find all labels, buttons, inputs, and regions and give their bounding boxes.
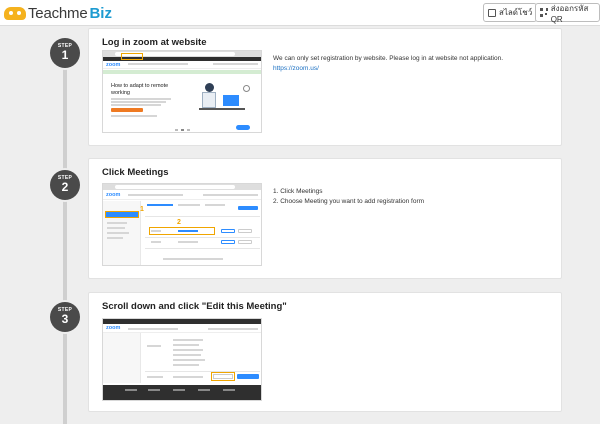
slideshow-button[interactable]: สไลด์โชว์ [483,3,538,22]
zoom-logo: zoom [106,192,121,198]
step-3-card: Scroll down and click "Edit this Meeting… [88,292,562,412]
teachme-mascot-icon [4,6,26,20]
slideshow-button-label: สไลด์โชว์ [499,8,533,17]
schedule-meeting-button[interactable] [238,206,258,210]
meetings-highlight [105,211,139,218]
step-3-badge: STEP 3 [50,302,80,332]
step-2-card: Click Meetings zoom 1 2 1. Click Meeting… [88,158,562,279]
banner-title: How to adapt to remote working [111,83,169,96]
step-badge-number: 1 [61,48,69,62]
brand-text: Teachme [28,4,88,22]
screenshot-footer [103,385,261,400]
callout-2: 2 [177,219,181,226]
step-1-screenshot[interactable]: zoom How to adapt to remote working [102,50,262,133]
zoom-logo: zoom [106,62,121,68]
instruction-item-2: 2. Choose Meeting you want to add regist… [273,197,425,205]
brand-logo[interactable]: Teachme Biz [4,4,112,22]
slideshow-icon [488,8,496,17]
export-qr-button[interactable]: ส่งออกรหัส QR [535,3,600,24]
step-1-card: Log in zoom at website zoom How to adapt… [88,28,562,146]
step-1-badge: STEP 1 [50,38,80,68]
qr-code-icon [540,8,548,17]
help-button[interactable] [236,125,250,130]
step-2-badge: STEP 2 [50,170,80,200]
step-2-screenshot[interactable]: zoom 1 2 [102,183,262,266]
export-qr-button-label: ส่งออกรหัส QR [550,3,589,24]
edit-meeting-highlight [211,372,235,381]
step-1-title: Log in zoom at website [102,37,207,48]
step-2-instructions: 1. Click Meetings 2. Choose Meeting you … [273,187,543,206]
banner-cta-button[interactable] [111,108,143,112]
step-3-screenshot[interactable]: zoom [102,318,262,401]
zoom-logo: zoom [106,325,121,331]
step-1-description: We can only set registration by website.… [273,54,543,73]
timeline-line [63,38,67,424]
callout-1: 1 [140,206,144,213]
step-1-text: We can only set registration by website.… [273,55,504,62]
brand-suffix: Biz [89,4,112,22]
step-3-title: Scroll down and click "Edit this Meeting… [102,301,287,312]
remote-work-illustration [195,81,253,121]
step-2-title: Click Meetings [102,167,169,178]
zoom-website-link[interactable]: https://zoom.us/ [273,64,543,74]
instruction-item-1: 1. Click Meetings [273,188,323,195]
url-highlight [121,53,143,60]
step-badge-number: 3 [61,312,69,326]
step-badge-number: 2 [61,180,69,194]
top-bar: Teachme Biz สไลด์โชว์ ส่งออกรหัส QR [0,0,600,26]
